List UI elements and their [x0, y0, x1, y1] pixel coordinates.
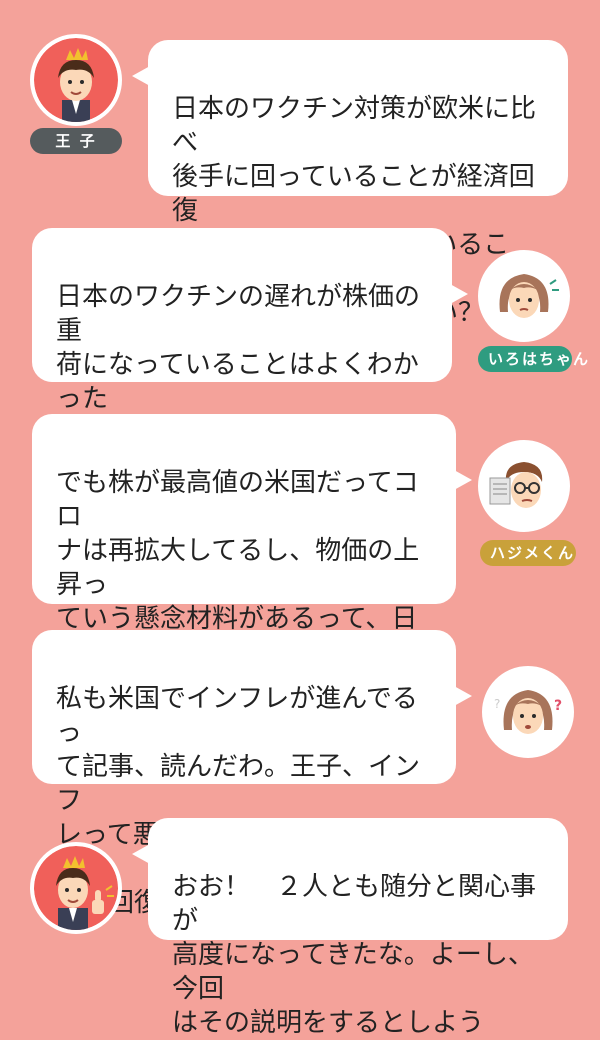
hajime-avatar-icon — [478, 440, 570, 532]
speaker-name-tag: 王 子 — [30, 128, 122, 154]
speaker-name-tag: ハジメくん — [480, 540, 576, 566]
iroha-avatar-icon — [478, 250, 570, 342]
iroha-confused-avatar-icon: ? ? — [482, 666, 574, 758]
speech-bubble: でも株が最高値の米国だってコロ ナは再拡大してるし、物価の上昇っ ていう懸念材料… — [32, 414, 472, 770]
speaker-name: 王 子 — [55, 132, 97, 150]
speech-bubble: 私も米国でインフレが進んでるっ て記事、読んだわ。王子、インフ レって悪いことな… — [32, 630, 472, 918]
svg-text:?: ? — [554, 698, 562, 714]
chat-conversation: 王 子 日本のワクチン対策が欧米に比べ 後手に回っていることが経済回復 度合いに… — [0, 0, 600, 1038]
speaker-name: いろはちゃん — [488, 350, 591, 368]
prince-thumbs-up-avatar-icon — [30, 842, 122, 934]
speech-bubble: おお！ ２人とも随分と関心事が 高度になってきたな。よーし、今回 はその説明をす… — [132, 818, 568, 1038]
svg-text:?: ? — [494, 697, 500, 711]
speech-bubble: 日本のワクチンの遅れが株価の重 荷になっていることはよくわかった わ。若者向けの… — [32, 228, 468, 516]
speech-bubble: 日本のワクチン対策が欧米に比べ 後手に回っていることが経済回復 度合いに如実に表… — [132, 40, 568, 328]
message-text: おお！ ２人とも随分と関心事が 高度になってきたな。よーし、今回 はその説明をす… — [172, 872, 537, 1038]
prince-avatar-icon — [30, 34, 122, 126]
speaker-name: ハジメくん — [490, 544, 576, 562]
speaker-name-tag: いろはちゃん — [478, 346, 588, 372]
